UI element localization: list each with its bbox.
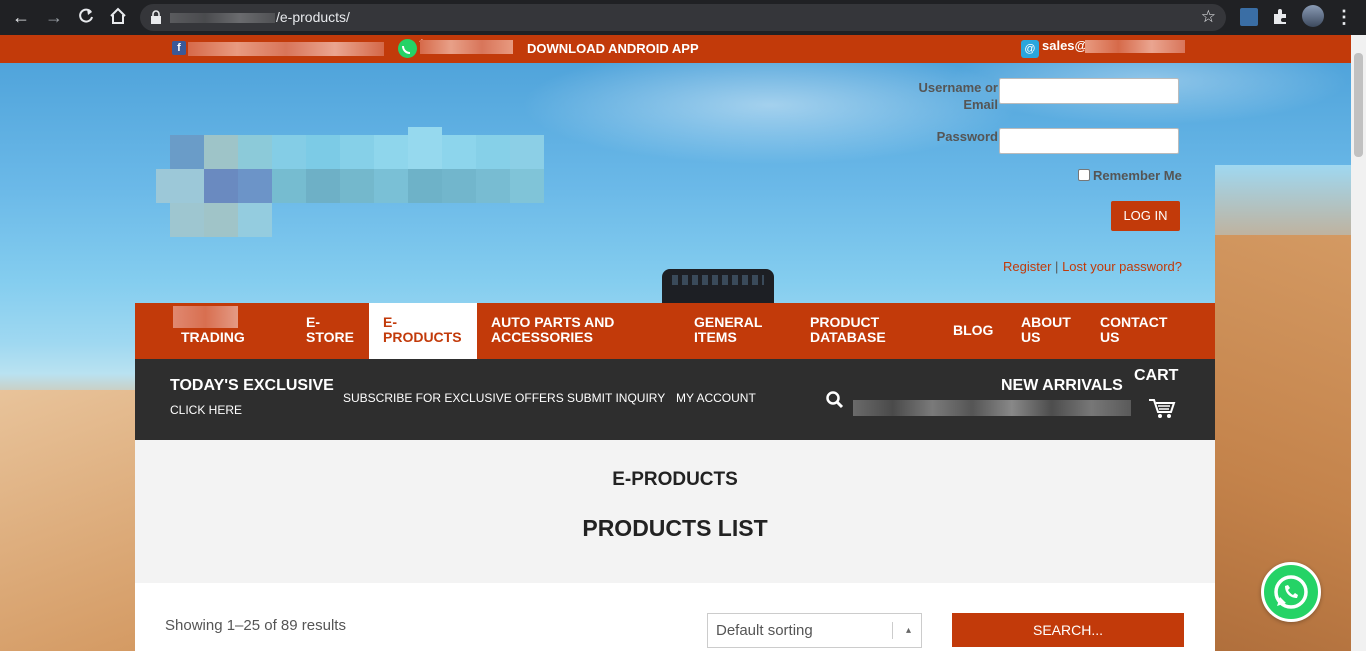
home-icon[interactable] [108, 7, 128, 27]
nav-item-contact-us[interactable]: CONTACT US [1100, 315, 1167, 345]
click-here-link[interactable]: CLICK HERE [170, 403, 242, 417]
select-divider [892, 622, 893, 639]
nav-item-general-items[interactable]: GENERAL ITEMS [694, 315, 762, 345]
page-title: PRODUCTS LIST [582, 515, 768, 541]
puzzle-icon[interactable] [1271, 8, 1289, 26]
email-domain-redacted[interactable] [1085, 40, 1185, 53]
register-link[interactable]: Register [1003, 259, 1051, 274]
username-input[interactable] [999, 78, 1179, 104]
password-input[interactable] [999, 128, 1179, 154]
main-navigation: TRADING E- STORE E- PRODUCTS AUTO PARTS AN… [135, 303, 1215, 359]
username-label: Username or Email [918, 80, 998, 112]
remember-me-checkbox[interactable] [1078, 169, 1090, 181]
remember-me-label: Remember Me [1093, 168, 1182, 183]
whatsapp-icon [1274, 575, 1308, 609]
sort-selected-value: Default sorting [716, 622, 813, 639]
password-label: Password [936, 129, 998, 144]
url-path: /e-products/ [276, 9, 350, 25]
at-icon: @ [1021, 40, 1039, 58]
nav-item-e-store[interactable]: E- STORE [306, 315, 354, 345]
scrollbar-thumb[interactable] [1354, 53, 1363, 157]
page-header: E-PRODUCTS PRODUCTS LIST [135, 440, 1215, 583]
sort-select[interactable]: Default sorting ▴▾ [707, 613, 922, 648]
background-dune [0, 390, 140, 651]
todays-exclusive-heading[interactable]: TODAY'S EXCLUSIVE [170, 377, 334, 395]
nav-item-e-products[interactable]: E- PRODUCTS [383, 315, 462, 345]
nav-item-about-us[interactable]: ABOUT US [1021, 315, 1071, 345]
link-separator: | [1055, 259, 1059, 274]
star-icon[interactable]: ☆ [1201, 7, 1216, 27]
site-logo-redacted[interactable] [156, 127, 544, 238]
top-contact-bar: f + DOWNLOAD ANDROID APP @ sales@ [0, 35, 1351, 63]
remember-me[interactable]: Remember Me [1078, 168, 1182, 183]
whatsapp-number-redacted[interactable] [420, 40, 513, 54]
avatar[interactable] [1302, 5, 1324, 27]
page: f + DOWNLOAD ANDROID APP @ sales@ [0, 35, 1366, 651]
nav-logo-redacted [173, 306, 238, 328]
reload-icon[interactable] [76, 7, 96, 27]
whatsapp-icon[interactable] [398, 39, 417, 58]
search-button[interactable]: SEARCH... [952, 613, 1184, 647]
new-arrivals-redacted[interactable] [853, 400, 1131, 416]
product-list-toolbar: Showing 1–25 of 89 results Default sorti… [135, 583, 1215, 651]
back-arrow-icon[interactable]: ← [11, 7, 31, 27]
truck-image [662, 269, 774, 303]
result-count: Showing 1–25 of 89 results [165, 617, 346, 634]
new-arrivals-heading[interactable]: NEW ARRIVALS [1001, 377, 1123, 395]
menu-icon[interactable]: ⋮ [1334, 7, 1354, 27]
browser-toolbar: ← → /e-products/ ☆ ⋮ [0, 0, 1366, 35]
nav-item-product-database[interactable]: PRODUCT DATABASE [810, 315, 886, 345]
lost-password-link[interactable]: Lost your password? [1062, 259, 1182, 274]
email-prefix[interactable]: sales@ [1042, 38, 1087, 53]
subscribe-link[interactable]: SUBSCRIBE FOR EXCLUSIVE OFFERS [343, 391, 564, 405]
login-button[interactable]: LOG IN [1111, 201, 1180, 231]
cart-label[interactable]: CART [1134, 367, 1178, 385]
page-scrollbar[interactable] [1351, 35, 1366, 651]
nav-item-blog[interactable]: BLOG [953, 323, 993, 338]
chevron-up-down-icon: ▴▾ [905, 625, 911, 636]
search-icon[interactable] [825, 390, 845, 415]
extension-icon[interactable] [1240, 8, 1258, 26]
my-account-link[interactable]: MY ACCOUNT [676, 391, 756, 405]
url-domain-redacted [170, 13, 275, 23]
facebook-icon[interactable]: f [172, 41, 186, 55]
whatsapp-chat-button[interactable] [1261, 562, 1321, 622]
facebook-link-redacted[interactable] [188, 42, 384, 56]
cart-icon[interactable] [1148, 397, 1176, 424]
nav-item-trading[interactable]: TRADING [181, 330, 245, 345]
breadcrumb-category: E-PRODUCTS [612, 469, 738, 490]
register-links: Register | Lost your password? [1003, 259, 1182, 274]
forward-arrow-icon[interactable]: → [44, 7, 64, 27]
submit-inquiry-link[interactable]: SUBMIT INQUIRY [567, 391, 665, 405]
lock-icon [151, 10, 161, 24]
nav-item-auto-parts[interactable]: AUTO PARTS AND ACCESSORIES [491, 315, 614, 345]
address-bar[interactable]: /e-products/ ☆ [140, 4, 1226, 31]
download-app-link[interactable]: DOWNLOAD ANDROID APP [527, 41, 699, 56]
secondary-bar: TODAY'S EXCLUSIVE CLICK HERE SUBSCRIBE F… [135, 359, 1215, 440]
